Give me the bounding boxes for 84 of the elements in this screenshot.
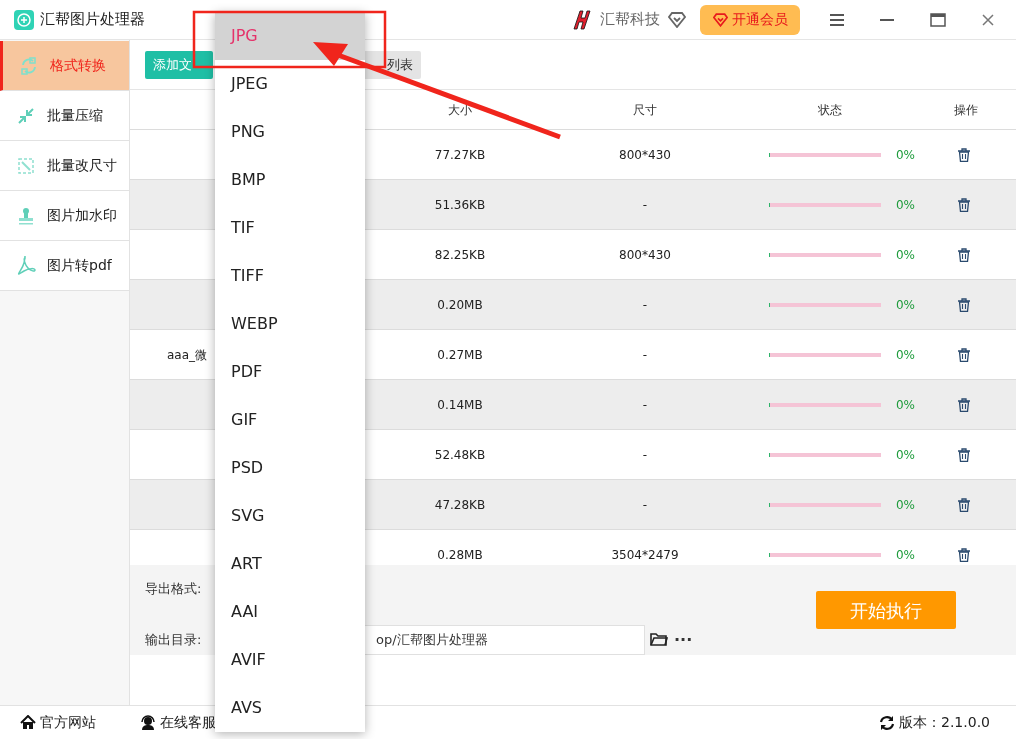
file-size: 82.25KB [434, 247, 486, 262]
column-header: 操作 [952, 101, 979, 119]
delete-icon[interactable] [957, 547, 970, 562]
image-dimensions: 3504*2479 [611, 547, 679, 562]
file-size: 0.27MB [437, 347, 483, 362]
delete-icon[interactable] [957, 147, 970, 162]
progress-percent: 0% [895, 146, 915, 164]
file-size: 51.36KB [434, 197, 486, 212]
format-option[interactable]: TIFF [215, 252, 365, 300]
delete-icon[interactable] [957, 447, 970, 462]
file-size: 0.28MB [437, 547, 483, 562]
column-header: 大小 [447, 101, 473, 119]
delete-icon[interactable] [957, 247, 970, 262]
home-icon [20, 715, 36, 730]
folder-icon[interactable] [650, 632, 668, 647]
file-size: 0.14MB [437, 397, 483, 412]
progress-percent: 0% [895, 196, 915, 214]
file-size: 52.48KB [434, 447, 486, 462]
sidebar-item[interactable]: 批量改尺寸 [0, 141, 129, 191]
format-label: 导出格式: [145, 580, 203, 598]
image-dimensions: - [642, 297, 648, 312]
format-option[interactable]: WEBP [215, 300, 365, 348]
format-option[interactable]: TIF [215, 204, 365, 252]
sidebar-item[interactable]: 批量压缩 [0, 91, 129, 141]
file-size: 0.20MB [437, 297, 483, 312]
convert-icon [19, 55, 39, 76]
progress-percent: 0% [895, 496, 915, 514]
brand-name: 汇帮科技 [600, 9, 660, 31]
column-header: 状态 [817, 101, 843, 119]
support-link[interactable]: 在线客服 [160, 712, 216, 733]
image-dimensions: - [642, 447, 648, 462]
image-dimensions: - [642, 347, 648, 362]
image-dimensions: - [642, 197, 648, 212]
compress-arrows-icon [16, 105, 36, 126]
refresh-icon [879, 714, 895, 731]
website-link[interactable]: 官方网站 [40, 712, 96, 733]
delete-icon[interactable] [957, 297, 970, 312]
format-option[interactable]: AVIF [215, 636, 365, 684]
format-option[interactable]: BMP [215, 156, 365, 204]
sidebar-item[interactable]: 图片加水印 [0, 191, 129, 241]
image-dimensions: - [642, 397, 648, 412]
menu-icon[interactable] [830, 13, 844, 26]
output-folder-label: 输出目录: [145, 630, 203, 649]
progress-percent: 0% [895, 346, 915, 364]
image-dimensions: 800*430 [619, 147, 671, 162]
close-icon[interactable] [982, 13, 994, 26]
format-option[interactable]: PNG [215, 108, 365, 156]
file-size: 77.27KB [434, 147, 486, 162]
resize-icon [16, 155, 36, 176]
file-size: 47.28KB [434, 497, 486, 512]
version-label: 版本：2.1.0.0 [899, 713, 990, 732]
format-option[interactable]: GIF [215, 396, 365, 444]
file-name: aaa_微 [167, 347, 208, 362]
delete-icon[interactable] [957, 497, 970, 512]
format-option[interactable]: PSD [215, 444, 365, 492]
minimize-icon[interactable] [880, 18, 894, 21]
window-title: 汇帮图片处理器 [40, 9, 145, 31]
progress-percent: 0% [895, 396, 915, 414]
stamp-icon [16, 205, 36, 226]
delete-icon[interactable] [957, 397, 970, 412]
format-option[interactable]: JPEG [215, 60, 365, 108]
diamond-icon [668, 11, 686, 28]
format-option[interactable]: AAI [215, 588, 365, 636]
delete-icon[interactable] [957, 347, 970, 362]
format-option[interactable]: AVS [215, 684, 365, 732]
diamond-icon [712, 12, 728, 27]
delete-icon[interactable] [957, 197, 970, 212]
progress-percent: 0% [895, 546, 915, 564]
sidebar-item[interactable]: 图片转pdf [0, 241, 129, 291]
format-option[interactable]: PDF [215, 348, 365, 396]
more-options-button[interactable]: ··· [674, 631, 693, 648]
format-option[interactable]: ART [215, 540, 365, 588]
maximize-icon[interactable] [930, 12, 946, 27]
pdf-icon [16, 255, 36, 276]
app-logo-icon [14, 9, 34, 30]
progress-percent: 0% [895, 246, 915, 264]
brand-logo-icon [570, 8, 592, 31]
headset-icon [140, 715, 156, 730]
image-dimensions: 800*430 [619, 247, 671, 262]
format-option[interactable]: SVG [215, 492, 365, 540]
progress-percent: 0% [895, 296, 915, 314]
progress-percent: 0% [895, 446, 915, 464]
column-header: 尺寸 [632, 101, 658, 119]
image-dimensions: - [642, 497, 648, 512]
